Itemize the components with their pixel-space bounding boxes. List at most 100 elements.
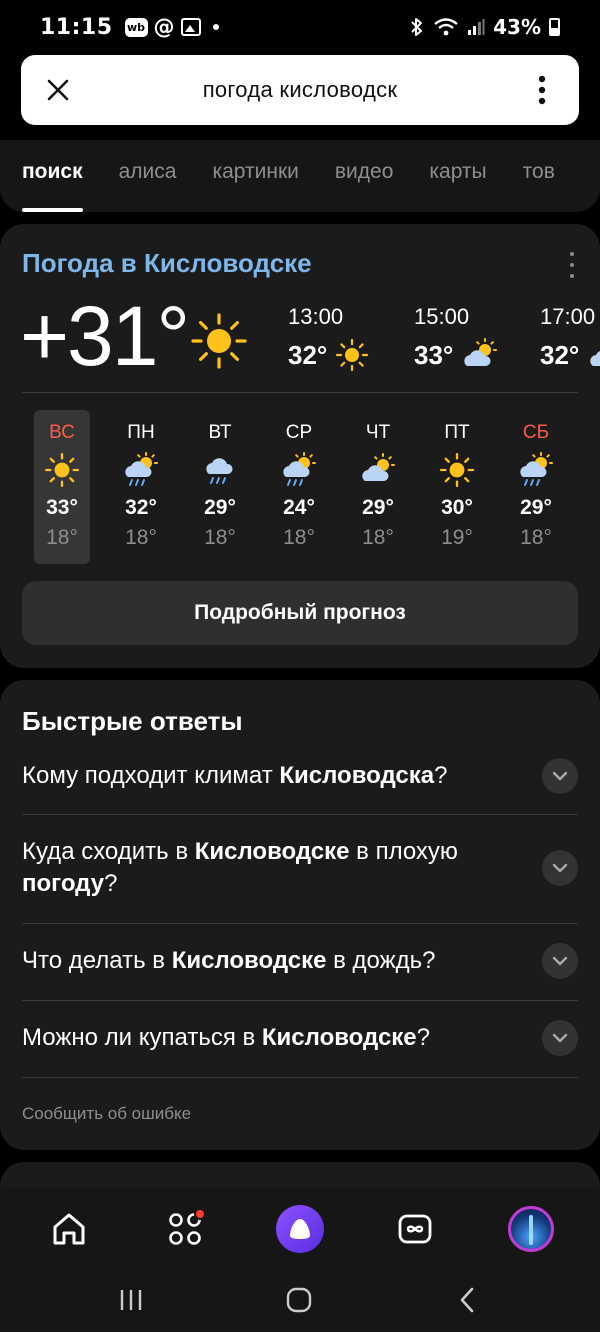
divider [22,814,578,815]
wildberries-icon: wb [124,17,148,37]
day-low-temp: 19° [441,526,473,549]
detailed-forecast-button[interactable]: Подробный прогноз [22,581,578,645]
divider [22,1000,578,1001]
day-item-monday[interactable]: ПН 32° 18° [113,410,169,564]
expand-button[interactable] [542,1020,578,1056]
qa-question: Кому подходит климат Кисловодска? [22,762,448,789]
search-input[interactable]: погода кисловодск [95,77,505,103]
notification-badge [194,1208,206,1220]
day-name: ЧТ [365,422,391,443]
day-item-friday[interactable]: ПТ 30° 19° [429,410,485,564]
day-low-temp: 18° [46,526,78,549]
tab-alice[interactable]: алиса [119,140,177,212]
tab-search[interactable]: поиск [22,140,83,212]
qa-item[interactable]: Кому подходит климат Кисловодска? [22,758,578,794]
tab-images[interactable]: картинки [212,140,298,212]
chevron-down-icon [552,771,568,781]
sun-icon [439,452,475,488]
hour-time: 17:00 [540,304,596,329]
expand-button[interactable] [542,943,578,979]
day-item-thursday[interactable]: ЧТ 29° 18° [350,410,406,564]
at-icon: @ [153,14,175,39]
chevron-down-icon [552,956,568,966]
weather-menu-button[interactable] [566,252,578,278]
hour-time: 15:00 [414,304,470,329]
more-notifications-icon [212,24,219,30]
report-error-link[interactable]: Сообщить об ошибке [22,1104,191,1124]
weather-title[interactable]: Погода в Кисловодске [22,248,312,279]
day-name: ВТ [208,422,232,443]
day-high-temp: 29° [362,496,394,519]
divider [22,1077,578,1078]
hour-temp: 32° [288,339,328,370]
hourly-forecast[interactable]: 13:00 32° 15:00 33° 17:00 32° [288,304,600,374]
qa-item[interactable]: Можно ли купаться в Кисловодске? [22,1020,578,1056]
tab-maps[interactable]: карты [429,140,486,212]
recent-apps-button[interactable] [111,1286,151,1314]
battery-percent: 43% [493,15,541,39]
hour-temp: 32° [540,339,580,370]
home-system-button[interactable] [279,1286,319,1314]
tab-video[interactable]: видео [335,140,394,212]
profile-button[interactable] [506,1204,556,1254]
expand-button[interactable] [542,758,578,794]
close-button[interactable] [21,55,95,125]
infinity-button[interactable] [390,1204,440,1254]
partly-cloudy-icon [464,338,498,366]
alice-button[interactable] [275,1204,325,1254]
search-bar[interactable]: погода кисловодск [21,55,579,125]
expand-button[interactable] [542,850,578,886]
day-item-tuesday[interactable]: ВТ 29° 18° [192,410,248,564]
hourly-item: 13:00 32° [288,304,408,372]
day-high-temp: 32° [125,496,157,519]
hourly-item: 15:00 33° [414,304,534,372]
daily-forecast: ВС 33° 18° ПН 32° 18° ВТ 29° 18° СР 24° … [34,410,564,564]
day-high-temp: 24° [283,496,315,519]
current-temperature: +31° [20,289,190,383]
day-name: ПТ [444,422,470,443]
system-navigation [0,1268,600,1332]
search-tabs: поиск алиса картинки видео карты тов [0,140,600,212]
tab-goods[interactable]: тов [523,140,555,212]
day-high-temp: 30° [441,496,473,519]
recent-apps-icon [120,1290,142,1310]
signal-icon [468,19,485,35]
divider [22,392,578,393]
day-low-temp: 18° [283,526,315,549]
day-name: ПН [127,422,155,443]
divider [22,923,578,924]
alice-icon [276,1205,324,1253]
more-vertical-icon [538,75,546,105]
sun-icon [44,452,80,488]
cloud-rain-icon [206,458,233,484]
search-menu-button[interactable] [505,55,579,125]
sun-cloud-rain-icon [520,452,553,486]
day-item-saturday[interactable]: СБ 29° 18° [508,410,564,564]
services-button[interactable] [160,1204,210,1254]
qa-item[interactable]: Что делать в Кисловодске в дождь? [22,943,578,979]
back-button[interactable] [447,1286,487,1314]
close-icon [47,79,69,101]
sun-cloud-rain-icon [125,452,158,486]
qa-question: Можно ли купаться в Кисловодске? [22,1024,431,1051]
gallery-icon [180,18,201,36]
home-button[interactable] [44,1204,94,1254]
hour-temp: 33° [414,339,454,370]
sun-icon [190,312,248,374]
day-item-sunday[interactable]: ВС 33° 18° [34,410,90,564]
day-name: СР [285,422,313,443]
qa-item[interactable]: Куда сходить в Кисловодске в плохую пого… [22,836,578,900]
status-bar: 11:15 wb @ 43% [0,0,600,54]
day-high-temp: 33° [46,496,78,519]
partly-cloudy-icon [362,453,395,481]
day-low-temp: 18° [125,526,157,549]
status-right: 43% [409,15,560,39]
bluetooth-icon [411,18,423,36]
day-item-wednesday[interactable]: СР 24° 18° [271,410,327,564]
home-icon [53,1213,85,1245]
day-low-temp: 18° [520,526,552,549]
day-high-temp: 29° [520,496,552,519]
qa-question: Куда сходить в Кисловодске в плохую пого… [22,838,458,897]
day-high-temp: 29° [204,496,236,519]
back-icon [460,1287,474,1313]
